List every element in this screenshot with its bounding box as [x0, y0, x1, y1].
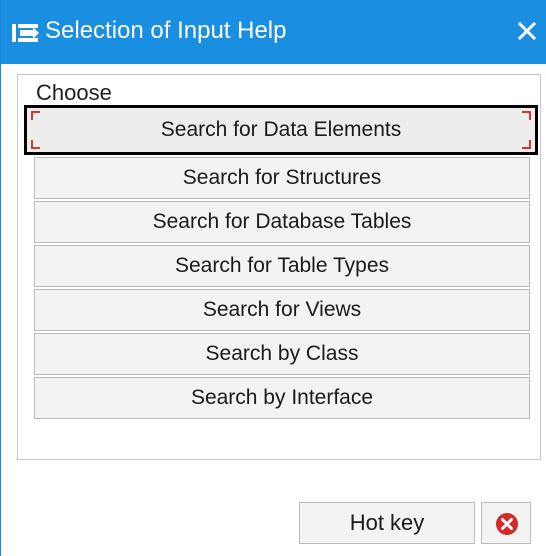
hot-key-button[interactable]: Hot key — [299, 502, 475, 544]
search-views-button[interactable]: Search for Views — [34, 289, 530, 331]
option-label: Search for Database Tables — [152, 210, 412, 233]
dialog-window: Selection of Input Help Choose Search fo… — [0, 0, 546, 556]
search-data-elements-button[interactable]: Search for Data Elements — [24, 105, 538, 155]
dialog-title: Selection of Input Help — [45, 17, 287, 44]
option-label: Search for Data Elements — [160, 118, 402, 141]
selection-arrow-icon — [11, 22, 41, 44]
option-label: Search for Structures — [182, 166, 382, 189]
search-by-class-button[interactable]: Search by Class — [34, 333, 530, 375]
title-bar: Selection of Input Help — [1, 0, 546, 64]
choose-panel: Choose Search for Data Elements Search f… — [17, 74, 541, 460]
close-button[interactable] — [507, 10, 546, 54]
search-structures-button[interactable]: Search for Structures — [34, 157, 530, 199]
hot-key-label: Hot key — [349, 510, 425, 535]
search-by-interface-button[interactable]: Search by Interface — [34, 377, 530, 419]
option-list: Search for Data Elements Search for Stru… — [24, 105, 538, 421]
option-label: Search for Table Types — [174, 254, 390, 277]
cancel-button[interactable] — [481, 502, 531, 544]
choose-label: Choose — [36, 80, 112, 105]
option-label: Search by Class — [205, 342, 359, 365]
search-database-tables-button[interactable]: Search for Database Tables — [34, 201, 530, 243]
search-table-types-button[interactable]: Search for Table Types — [34, 245, 530, 287]
option-label: Search for Views — [202, 298, 362, 321]
option-label: Search by Interface — [190, 386, 374, 409]
